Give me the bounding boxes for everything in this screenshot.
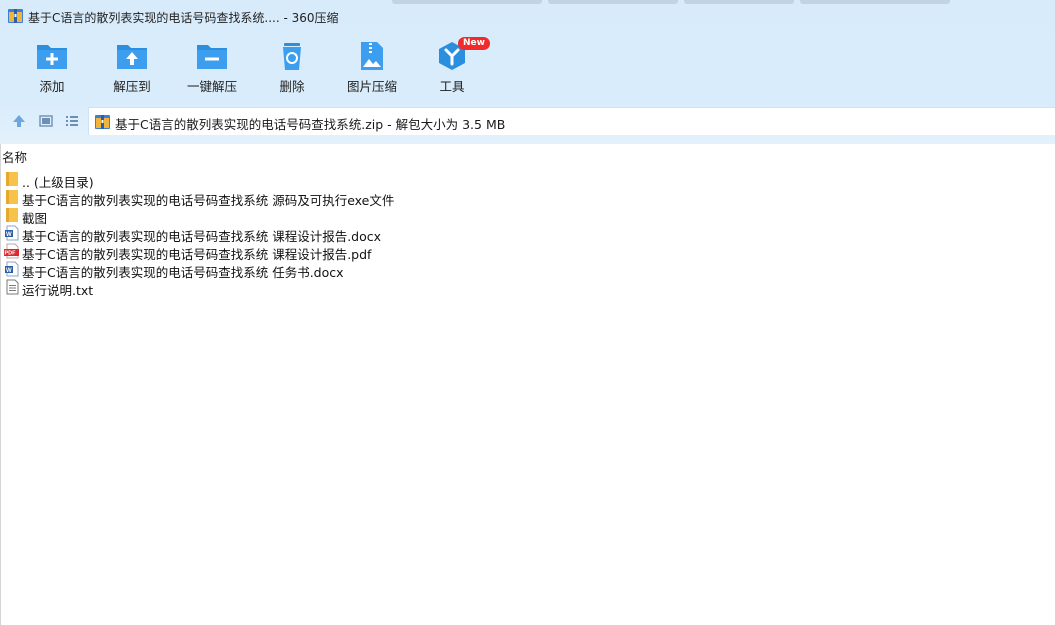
image-compress-button[interactable]: 图片压缩 — [332, 40, 412, 95]
pdf-document-icon: PDF — [4, 243, 19, 259]
file-list: 名称 .. (上级目录) 基于C语言的散列表实现的电话号码查找系统 源码及可执行… — [0, 144, 1055, 625]
add-label: 添加 — [39, 79, 65, 94]
new-badge: New — [458, 37, 490, 50]
list-item[interactable]: W 基于C语言的散列表实现的电话号码查找系统 课程设计报告.docx — [4, 224, 604, 244]
address-bar-row: 基于C语言的散列表实现的电话号码查找系统.zip - 解包大小为 3.5 MB — [0, 106, 1055, 136]
up-arrow-icon[interactable] — [11, 113, 27, 129]
thumbnail-view-icon[interactable] — [38, 113, 54, 129]
image-compress-icon — [361, 42, 383, 70]
add-icon — [37, 45, 67, 69]
folder-icon — [6, 190, 18, 204]
list-view-icon[interactable] — [64, 113, 80, 129]
list-item-parent-dir[interactable]: .. (上级目录) — [4, 170, 604, 190]
delete-label: 删除 — [279, 79, 305, 94]
window-title: 基于C语言的散列表实现的电话号码查找系统.... - 360压缩 — [28, 11, 339, 25]
folder-icon — [6, 208, 18, 222]
extract-to-icon — [117, 45, 147, 69]
one-click-extract-button[interactable]: 一键解压 — [172, 40, 252, 95]
text-file-icon — [6, 279, 19, 295]
tools-button[interactable]: New 工具 — [412, 37, 492, 95]
svg-text:W: W — [6, 268, 12, 274]
list-item[interactable]: PDF 基于C语言的散列表实现的电话号码查找系统 课程设计报告.pdf — [4, 242, 604, 262]
list-item[interactable]: 运行说明.txt — [4, 278, 604, 298]
extract-to-label: 解压到 — [113, 79, 151, 94]
window-shadow — [800, 0, 950, 4]
list-item[interactable]: 基于C语言的散列表实现的电话号码查找系统 源码及可执行exe文件 — [4, 188, 604, 208]
add-button[interactable]: 添加 — [12, 40, 92, 95]
file-name: 运行说明.txt — [22, 283, 94, 298]
zip-archive-icon — [95, 115, 110, 129]
toolbar: 添加 解压到 一键解压 删除 图片压缩 New 工具 — [0, 34, 1055, 100]
word-document-icon: W — [5, 225, 19, 241]
image-compress-label: 图片压缩 — [346, 79, 397, 94]
window-shadow — [684, 0, 794, 4]
list-item[interactable]: W 基于C语言的散列表实现的电话号码查找系统 任务书.docx — [4, 260, 604, 280]
folder-icon — [6, 172, 18, 186]
window-shadow — [392, 0, 542, 4]
svg-text:PDF: PDF — [5, 251, 17, 257]
zip-archive-icon — [8, 9, 23, 23]
svg-text:W: W — [6, 232, 12, 238]
word-document-icon: W — [5, 261, 19, 277]
address-text: 基于C语言的散列表实现的电话号码查找系统.zip - 解包大小为 3.5 MB — [115, 117, 506, 132]
extract-to-button[interactable]: 解压到 — [92, 40, 172, 95]
window-shadow — [548, 0, 678, 4]
delete-icon — [283, 43, 301, 70]
delete-button[interactable]: 删除 — [252, 40, 332, 95]
one-click-extract-label: 一键解压 — [186, 79, 237, 94]
tools-label: 工具 — [439, 79, 465, 94]
list-item[interactable]: 截图 — [4, 206, 604, 226]
address-field[interactable]: 基于C语言的散列表实现的电话号码查找系统.zip - 解包大小为 3.5 MB — [88, 107, 1055, 135]
title-bar: 基于C语言的散列表实现的电话号码查找系统.... - 360压缩 — [0, 0, 1055, 32]
column-header-name[interactable]: 名称 — [2, 147, 27, 166]
one-click-extract-icon — [197, 45, 227, 69]
